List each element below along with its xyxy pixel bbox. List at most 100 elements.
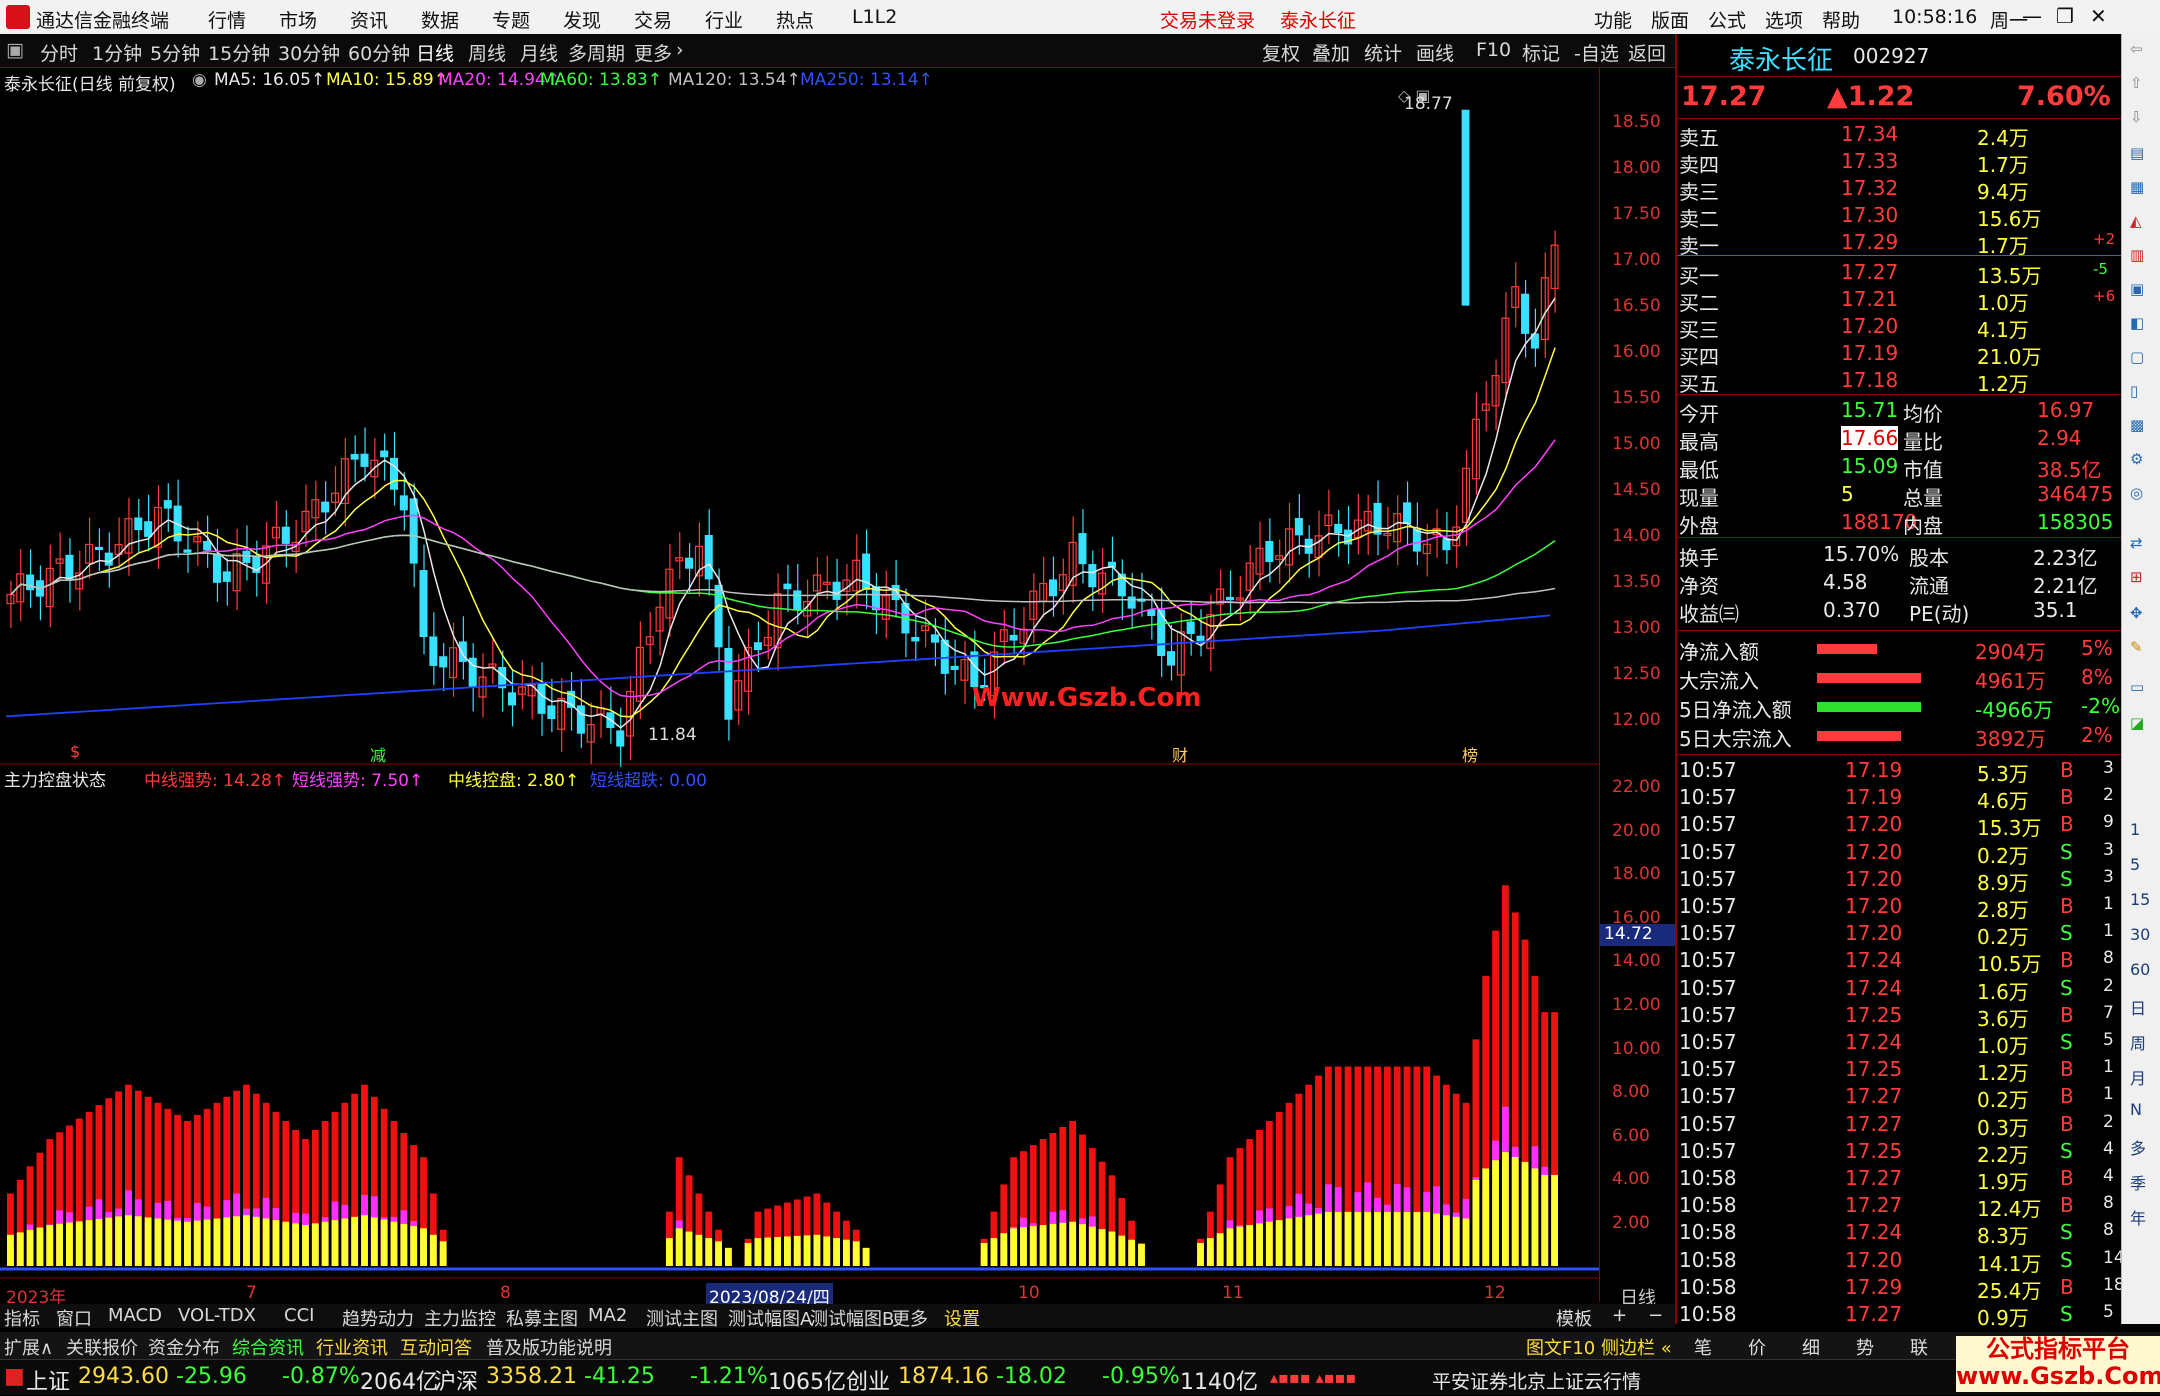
menu-item-formula[interactable]: 公式 xyxy=(1708,6,1746,33)
circle-icon[interactable]: ◎ xyxy=(2130,484,2143,502)
menu-item[interactable]: 专题 xyxy=(492,6,530,33)
toolbar-button[interactable]: 返回 xyxy=(1628,39,1666,66)
extension-tab[interactable]: 综合资讯 xyxy=(232,1334,304,1360)
indicator-toggle-icon[interactable]: ◉ xyxy=(192,70,207,90)
page-icon[interactable]: ▢ xyxy=(2130,348,2144,366)
sidebar-period[interactable]: 月 xyxy=(2130,1065,2146,1089)
toolbar-button[interactable]: F10 xyxy=(1476,39,1511,61)
menu-item[interactable]: 交易 xyxy=(634,6,672,33)
quote-tab[interactable]: 势 xyxy=(1856,1334,1874,1360)
event-marker[interactable]: 财 xyxy=(1172,742,1188,766)
menu-item[interactable]: 市场 xyxy=(279,6,317,33)
period-tab[interactable]: 15分钟 xyxy=(208,39,270,66)
toolbar-button[interactable]: 标记 xyxy=(1522,39,1560,66)
indicator-tab[interactable]: 主力监控 xyxy=(424,1305,496,1331)
menu-item[interactable]: L1L2 xyxy=(852,6,897,28)
move-icon[interactable]: ✥ xyxy=(2130,604,2143,622)
event-marker[interactable]: 榜 xyxy=(1462,742,1478,766)
toolbar-button[interactable]: 叠加 xyxy=(1312,39,1350,66)
indicator-tab[interactable]: 测试主图 xyxy=(646,1305,718,1331)
menu-item-function[interactable]: 功能 xyxy=(1594,6,1632,33)
quote-tab[interactable]: 联 xyxy=(1910,1334,1928,1360)
period-tab[interactable]: 分时 xyxy=(40,39,78,66)
indicator-tab[interactable]: MA2 xyxy=(588,1305,627,1326)
indicator-tab[interactable]: CCI xyxy=(284,1305,314,1326)
indicator-tab[interactable]: 设置 xyxy=(944,1305,980,1331)
indicator-tab[interactable]: MACD xyxy=(108,1305,162,1326)
sidebar-period[interactable]: 60 xyxy=(2130,960,2150,979)
extension-tab[interactable]: 扩展∧ xyxy=(4,1334,53,1360)
toolbar-button[interactable]: 统计 xyxy=(1364,39,1402,66)
maximize-icon[interactable]: ❐ xyxy=(2056,4,2074,28)
sidebar-period[interactable]: 年 xyxy=(2130,1205,2146,1229)
indicator-tab[interactable]: VOL-TDX xyxy=(178,1305,256,1326)
indicator-tab[interactable]: 测试幅图A xyxy=(728,1305,812,1331)
menu-item-help[interactable]: 帮助 xyxy=(1822,6,1860,33)
period-tab[interactable]: 月线 xyxy=(520,39,558,66)
toolbar-button[interactable]: 复权 xyxy=(1262,39,1300,66)
compare-icon[interactable]: ⇄ xyxy=(2130,534,2143,552)
extension-tab[interactable]: 资金分布 xyxy=(148,1334,220,1360)
indicator-tab[interactable]: 窗口 xyxy=(56,1305,92,1331)
candle-icon[interactable]: ▥ xyxy=(2130,246,2144,264)
menu-item-options[interactable]: 选项 xyxy=(1765,6,1803,33)
doc-icon[interactable]: ▯ xyxy=(2130,382,2138,400)
fs-icon[interactable]: ▭ xyxy=(2130,678,2144,696)
sidebar-period[interactable]: 1 xyxy=(2130,820,2140,839)
period-tab[interactable]: 60分钟 xyxy=(348,39,410,66)
export-icon[interactable]: ◪ xyxy=(2130,714,2144,732)
trend-icon[interactable]: ◭ xyxy=(2130,212,2142,230)
sidebar-period[interactable]: 季 xyxy=(2130,1170,2146,1194)
news-icon[interactable]: ▣ xyxy=(2130,280,2144,298)
chart-icon[interactable]: ▤ xyxy=(2130,144,2144,162)
pen-icon[interactable]: ✎ xyxy=(2130,638,2143,656)
menu-item-layout[interactable]: 版面 xyxy=(1651,6,1689,33)
toolbar-button[interactable]: 画线 xyxy=(1416,39,1454,66)
chart-canvas[interactable] xyxy=(0,68,1600,1323)
indicator-tab[interactable]: 指标 xyxy=(4,1305,40,1331)
rsi-icon[interactable]: ⊞ xyxy=(2130,568,2143,586)
indicator-tab[interactable]: 测试幅图B xyxy=(810,1305,894,1331)
extension-tab[interactable]: 互动问答 xyxy=(400,1334,472,1360)
arrow-up-icon[interactable]: ⇧ xyxy=(2130,74,2143,92)
extension-tab[interactable]: 普及版功能说明 xyxy=(486,1334,612,1360)
menu-item[interactable]: 行情 xyxy=(208,6,246,33)
period-tab[interactable]: 5分钟 xyxy=(150,39,200,66)
sidebar-period[interactable]: 周 xyxy=(2130,1030,2146,1054)
event-marker[interactable]: $ xyxy=(70,742,80,761)
event-marker[interactable]: 减 xyxy=(370,742,386,766)
settings-icon[interactable]: ⚙ xyxy=(2130,450,2143,468)
arrow-down-icon[interactable]: ⇩ xyxy=(2130,108,2143,126)
f2-icon[interactable]: ▩ xyxy=(2130,416,2144,434)
sidebar-period[interactable]: 日 xyxy=(2130,995,2146,1019)
menu-item[interactable]: 数据 xyxy=(421,6,459,33)
remove-icon[interactable]: − xyxy=(1648,1305,1663,1326)
quote-tab[interactable]: 细 xyxy=(1802,1334,1820,1360)
extension-tab[interactable]: 关联报价 xyxy=(66,1334,138,1360)
period-tab[interactable]: 30分钟 xyxy=(278,39,340,66)
menu-item[interactable]: 资讯 xyxy=(350,6,388,33)
more-periods-button[interactable]: 更多 xyxy=(634,39,672,66)
table-icon[interactable]: ▦ xyxy=(2130,178,2144,196)
arrow-left-icon[interactable]: ⇦ xyxy=(2130,40,2143,58)
quote-tab[interactable]: 价 xyxy=(1748,1334,1766,1360)
close-icon[interactable]: ✕ xyxy=(2090,4,2107,28)
period-tab[interactable]: 多周期 xyxy=(568,39,625,66)
add-icon[interactable]: + xyxy=(1612,1305,1627,1326)
sidebar-period[interactable]: 30 xyxy=(2130,925,2150,944)
f10-icon[interactable]: ◧ xyxy=(2130,314,2144,332)
menu-item[interactable]: 行业 xyxy=(705,6,743,33)
indicator-tab[interactable]: 更多 xyxy=(892,1305,928,1331)
f10-sidebar-toggle[interactable]: 图文F10 侧边栏 « xyxy=(1526,1334,1672,1360)
sidebar-period[interactable]: 多 xyxy=(2130,1135,2146,1159)
sidebar-period[interactable]: N xyxy=(2130,1100,2142,1119)
indicator-tab[interactable]: 趋势动力 xyxy=(342,1305,414,1331)
period-tab[interactable]: 1分钟 xyxy=(92,39,142,66)
menu-item[interactable]: 热点 xyxy=(776,6,814,33)
period-tab-selected[interactable]: 日线 xyxy=(416,39,454,66)
extension-tab[interactable]: 行业资讯 xyxy=(316,1334,388,1360)
quote-tab[interactable]: 笔 xyxy=(1694,1334,1712,1360)
login-status[interactable]: 交易未登录 xyxy=(1160,6,1255,33)
template-button[interactable]: 模板 xyxy=(1556,1305,1592,1331)
panel-toggle-icon[interactable]: ▣ xyxy=(6,39,24,61)
